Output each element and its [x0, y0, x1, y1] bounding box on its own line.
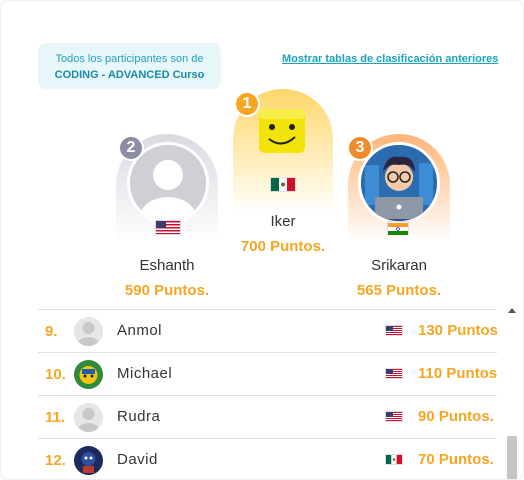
avatar — [74, 446, 103, 475]
list-item[interactable]: 10. Michael 110 Puntos. — [38, 352, 497, 395]
usa-flag-icon — [385, 368, 403, 379]
course-name: CODING - ADVANCED Curso — [54, 69, 205, 81]
podium-name-first: Iker — [270, 213, 296, 230]
list-rank: 10. — [45, 366, 66, 383]
scroll-thumb[interactable] — [507, 436, 517, 479]
list-scrollbar[interactable] — [506, 306, 518, 479]
leaderboard-panel: Todos los participantes son de CODING - … — [0, 0, 524, 480]
podium-name-third: Srikaran — [371, 257, 427, 274]
podium-points-second: 590 Puntos. — [124, 282, 210, 299]
list-points: 130 Puntos. — [418, 322, 497, 339]
podium-points-first: 700 Puntos. — [240, 238, 326, 255]
list-name: Michael — [117, 365, 173, 382]
podium-name-second: Eshanth — [139, 257, 195, 274]
list-points: 110 Puntos. — [418, 365, 497, 382]
usa-flag-icon — [385, 411, 403, 422]
course-info-text: Todos los participantes son de — [55, 53, 204, 65]
course-info-box: Todos los participantes son de CODING - … — [38, 43, 221, 89]
list-item[interactable]: 9. Anmol 130 Puntos. — [38, 309, 497, 352]
podium-points-third: 565 Puntos. — [356, 282, 442, 299]
avatar — [74, 317, 103, 346]
rank-badge: 2 — [118, 135, 144, 161]
list-rank: 11. — [45, 409, 66, 426]
avatar — [251, 103, 311, 159]
usa-flag-icon — [155, 220, 181, 235]
list-item[interactable]: 12. David 70 Puntos. — [38, 438, 497, 479]
rank-badge: 3 — [347, 135, 373, 161]
mexico-flag-icon — [270, 177, 296, 192]
avatar — [74, 360, 103, 389]
list-name: Anmol — [117, 322, 163, 339]
list-name: Rudra — [117, 408, 161, 425]
list-points: 70 Puntos. — [418, 451, 494, 468]
list-points: 90 Puntos. — [418, 408, 494, 425]
leaderboard-list: 9. Anmol 130 Puntos. 10. Michael 110 Pun… — [38, 309, 497, 479]
usa-flag-icon — [385, 325, 403, 336]
mexico-flag-icon — [385, 454, 403, 465]
list-rank: 9. — [45, 323, 58, 340]
list-item[interactable]: 11. Rudra 90 Puntos. — [38, 395, 497, 438]
scroll-up-arrow-icon[interactable] — [508, 308, 516, 313]
list-rank: 12. — [45, 452, 66, 469]
list-name: David — [117, 451, 158, 468]
previous-leaderboards-link[interactable]: Mostrar tablas de clasificación anterior… — [282, 53, 498, 65]
avatar — [74, 403, 103, 432]
india-flag-icon — [387, 221, 409, 235]
rank-badge: 1 — [234, 91, 260, 117]
